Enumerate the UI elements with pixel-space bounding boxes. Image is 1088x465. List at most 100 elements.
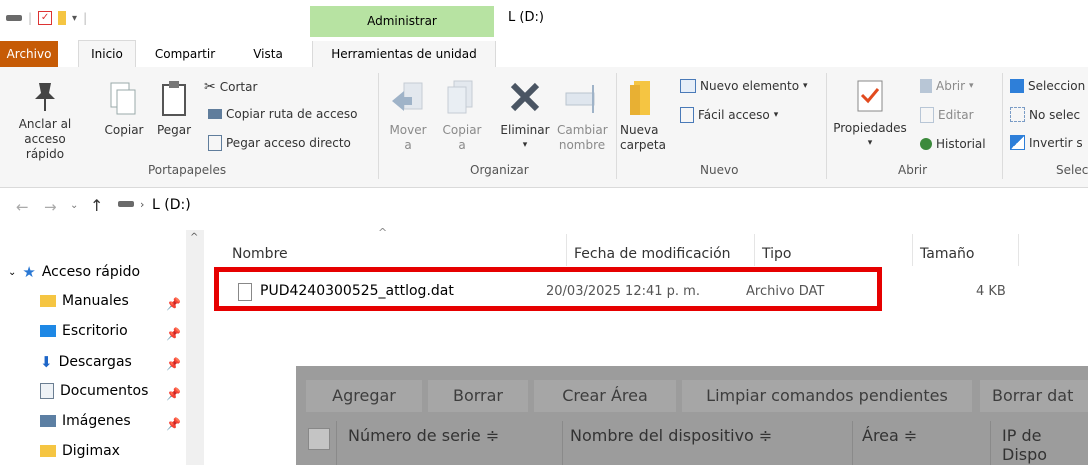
cut-button[interactable]: ✂ Cortar (204, 79, 257, 95)
forward-arrow-icon[interactable]: → (44, 198, 57, 216)
history-button[interactable]: Historial (920, 137, 986, 151)
easy-access-icon (680, 107, 694, 123)
column-divider[interactable] (912, 234, 913, 266)
breadcrumb-path[interactable]: L (D:) (152, 197, 191, 213)
properties-button[interactable]: Propiedades ▾ (830, 77, 910, 151)
breadcrumb-chevron-icon[interactable]: › (140, 198, 144, 211)
copy-button[interactable]: Copiar (102, 81, 146, 138)
nav-item-escritorio[interactable]: Escritorio (40, 323, 128, 339)
invert-selection-button[interactable]: Invertir s (1010, 135, 1083, 150)
properties-icon (857, 80, 883, 112)
new-item-icon (680, 79, 696, 93)
nav-item-digimax[interactable]: Digimax (40, 443, 120, 459)
rename-label: Cambiar nombre (557, 123, 608, 152)
pin-icon[interactable]: 📌 (166, 387, 181, 401)
add-button[interactable]: Agregar (306, 380, 422, 412)
delete-button[interactable]: Borrar (428, 380, 528, 412)
delete-dropdown-icon: ▾ (522, 140, 528, 150)
paste-shortcut-button[interactable]: Pegar acceso directo (208, 135, 351, 151)
copy-path-label: Copiar ruta de acceso (226, 107, 358, 121)
navigation-pane: ⌄ ★ Acceso rápido Manuales 📌 Escritorio … (0, 225, 204, 465)
rename-button[interactable]: Cambiar nombre (552, 79, 612, 153)
window-title: L (D:) (508, 10, 544, 25)
highlight-box (214, 267, 882, 311)
ribbon: Anclar al acceso rápido Copiar Pegar ✂ Co… (0, 67, 1088, 188)
column-header-area[interactable]: Área ≑ (862, 426, 917, 445)
properties-icon[interactable]: ✓ (38, 11, 53, 25)
nav-item-descargas[interactable]: ⬇ Descargas (40, 353, 132, 371)
chevron-down-icon: ▾ (773, 110, 779, 120)
select-none-button[interactable]: No selec (1010, 107, 1080, 122)
copy-label: Copiar (104, 123, 144, 137)
up-arrow-icon[interactable]: ↑ (90, 196, 103, 215)
address-bar-row: ← → ⌄ ↑ › L (D:) (0, 189, 1088, 225)
move-to-button[interactable]: Mover a (384, 79, 432, 153)
paste-button[interactable]: Pegar (154, 79, 194, 138)
tab-vista[interactable]: Vista (238, 41, 298, 67)
tab-compartir[interactable]: Compartir (142, 41, 228, 67)
nav-item-manuales[interactable]: Manuales (40, 293, 129, 309)
edit-button[interactable]: Editar (920, 107, 974, 123)
delete-data-button[interactable]: Borrar dat (980, 380, 1088, 412)
pin-icon[interactable]: 📌 (166, 417, 181, 431)
copy-icon (110, 82, 136, 115)
column-header-tamano[interactable]: Tamaño (920, 246, 974, 262)
folder-icon (40, 445, 56, 457)
pictures-icon (40, 415, 56, 427)
column-header-ip[interactable]: IP de Dispo (1002, 426, 1088, 464)
new-item-button[interactable]: Nuevo elemento ▾ (680, 79, 808, 93)
group-label-organizar: Organizar (470, 163, 529, 177)
select-all-checkbox[interactable] (308, 428, 330, 450)
pin-icon[interactable]: 📌 (166, 327, 181, 341)
nav-scrollbar[interactable]: ^ (186, 230, 204, 465)
pin-icon[interactable]: 📌 (166, 297, 181, 311)
select-all-button[interactable]: Seleccion (1010, 79, 1085, 93)
documents-icon (40, 383, 54, 399)
easy-access-button[interactable]: Fácil acceso ▾ (680, 107, 778, 123)
column-header-fecha[interactable]: Fecha de modificación (574, 246, 731, 262)
group-label-portapapeles: Portapapeles (148, 163, 227, 177)
column-divider[interactable] (754, 234, 755, 266)
pin-quick-access-button[interactable]: Anclar al acceso rápido (2, 77, 88, 162)
new-folder-icon[interactable] (58, 11, 67, 25)
delete-button[interactable]: Eliminar ▾ (496, 79, 554, 153)
history-icon (920, 138, 932, 150)
copy-to-button[interactable]: Copiar a (438, 79, 486, 153)
tab-herramientas-de-unidad[interactable]: Herramientas de unidad (312, 41, 496, 67)
pin-icon[interactable]: 📌 (166, 357, 181, 371)
nav-item-label: Escritorio (62, 323, 128, 339)
new-folder-label: Nueva carpeta (620, 123, 666, 152)
create-area-button[interactable]: Crear Área (534, 380, 676, 412)
copy-path-button[interactable]: Copiar ruta de acceso (208, 107, 358, 121)
folder-icon (40, 295, 56, 307)
nav-item-documentos[interactable]: Documentos (40, 383, 148, 399)
nav-item-imagenes[interactable]: Imágenes (40, 413, 131, 429)
chevron-down-icon: ▾ (803, 81, 808, 91)
column-divider (990, 421, 991, 465)
column-header-serial[interactable]: Número de serie ≑ (348, 426, 499, 445)
nav-quick-access[interactable]: ⌄ ★ Acceso rápido (8, 263, 140, 281)
new-item-label: Nuevo elemento (700, 79, 800, 93)
tab-archivo[interactable]: Archivo (0, 41, 58, 67)
new-folder-button[interactable]: Nueva carpeta (620, 77, 670, 153)
nav-item-label: Digimax (62, 443, 120, 459)
column-divider[interactable] (566, 234, 567, 266)
customize-qat-icon[interactable]: ▾ (72, 13, 77, 24)
tab-inicio[interactable]: Inicio (78, 40, 136, 69)
column-header-tipo[interactable]: Tipo (762, 246, 791, 262)
recent-locations-icon[interactable]: ⌄ (70, 200, 78, 211)
back-arrow-icon[interactable]: ← (16, 198, 29, 216)
background-app-panel: Agregar Borrar Crear Área Limpiar comand… (296, 366, 1088, 465)
group-label-seleccionar: Selec (1056, 163, 1088, 177)
group-label-abrir: Abrir (898, 163, 928, 177)
column-header-nombre[interactable]: Nombre (232, 246, 288, 262)
column-divider[interactable] (1018, 234, 1019, 266)
scroll-up-icon[interactable]: ^ (190, 232, 198, 243)
drive-icon[interactable] (6, 15, 22, 21)
open-button[interactable]: Abrir ▾ (920, 79, 974, 93)
context-tab-administrar[interactable]: Administrar (310, 6, 494, 37)
clear-pending-commands-button[interactable]: Limpiar comandos pendientes (682, 380, 972, 412)
column-header-device-name[interactable]: Nombre del dispositivo ≑ (570, 426, 772, 445)
select-none-icon (1010, 107, 1025, 122)
paste-icon (162, 81, 186, 116)
